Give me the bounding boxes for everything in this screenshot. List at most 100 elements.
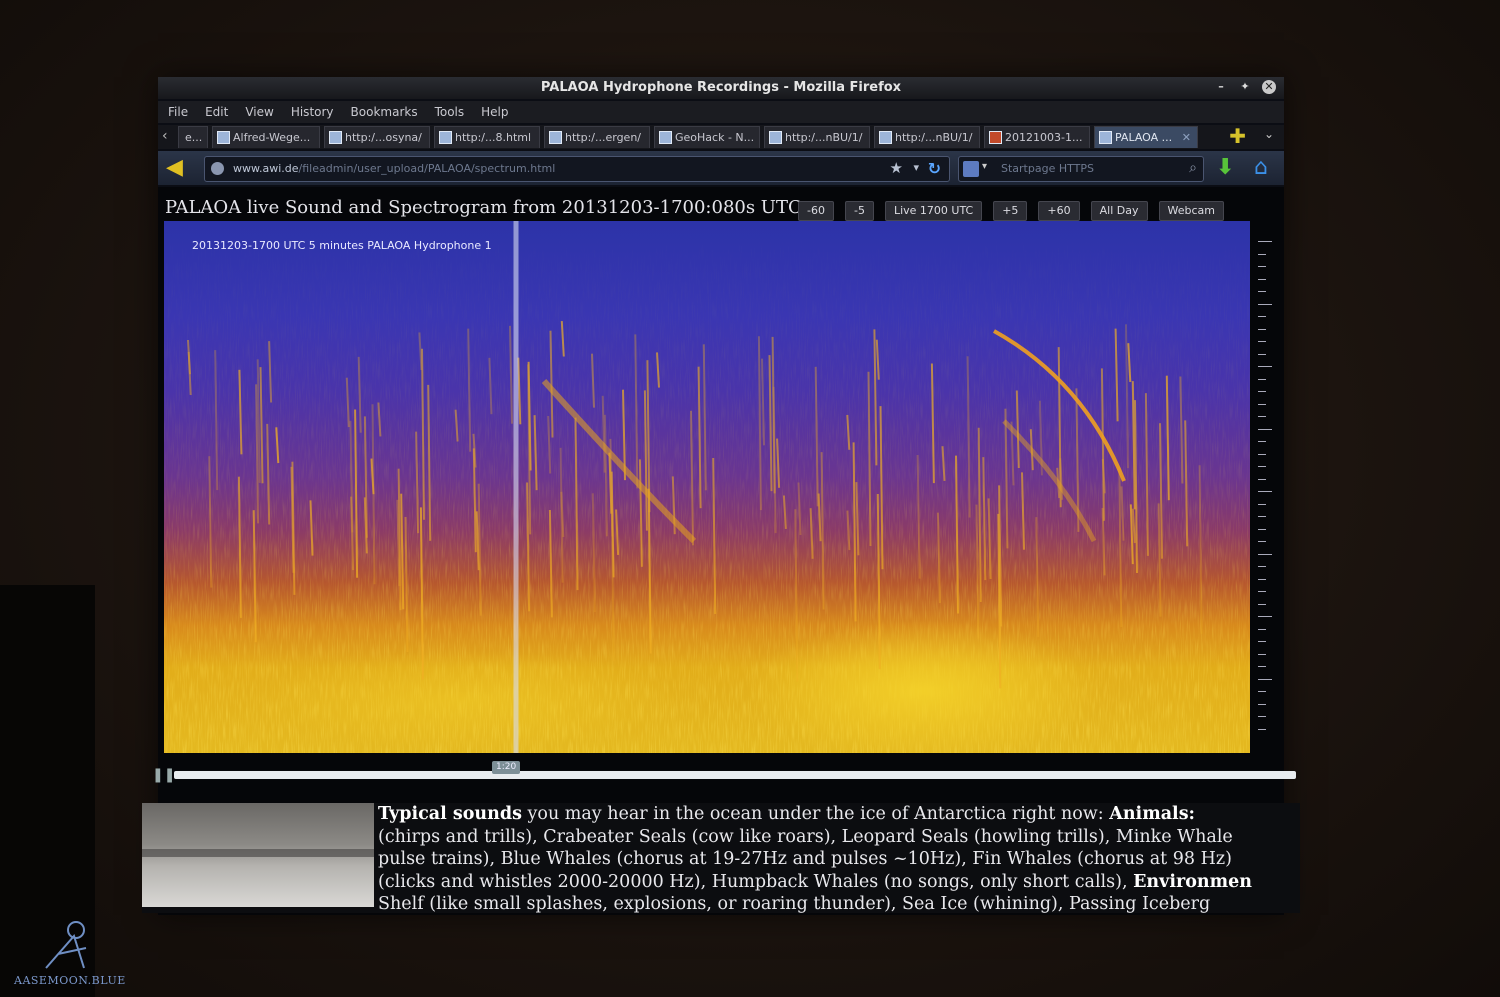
scale-tick bbox=[1258, 678, 1272, 680]
tab-label: http:/...nBU/1/ bbox=[895, 131, 973, 144]
menu-history[interactable]: History bbox=[291, 101, 334, 123]
tab-label: http:/...8.html bbox=[455, 131, 532, 144]
page-content: PALAOA live Sound and Spectrogram from 2… bbox=[142, 187, 1300, 915]
maximize-icon[interactable]: ✦ bbox=[1238, 80, 1252, 94]
minimize-icon[interactable]: – bbox=[1214, 80, 1228, 94]
tab-label: e... bbox=[185, 131, 203, 144]
close-icon[interactable]: ✕ bbox=[1262, 80, 1276, 94]
browser-window: PALAOA Hydrophone Recordings - Mozilla F… bbox=[142, 77, 1300, 915]
scale-tick bbox=[1258, 666, 1266, 667]
back-arrow-icon[interactable]: ◀ bbox=[166, 157, 192, 179]
window-title: PALAOA Hydrophone Recordings - Mozilla F… bbox=[540, 80, 902, 95]
tab-1[interactable]: e... bbox=[178, 126, 208, 148]
text-line-1: you may hear in the ocean under the ice … bbox=[521, 804, 1110, 824]
scale-tick bbox=[1258, 416, 1266, 417]
playback-bar: ❚❚ 1:20 bbox=[152, 761, 1296, 789]
scale-tick bbox=[1258, 441, 1266, 442]
scale-tick bbox=[1258, 591, 1266, 592]
navigation-toolbar: ◀ www.awi.de/fileadmin/user_upload/PALAO… bbox=[158, 151, 1284, 185]
reload-icon[interactable]: ↻ bbox=[928, 159, 941, 178]
scale-tick bbox=[1258, 691, 1266, 692]
scale-tick bbox=[1258, 478, 1266, 480]
watermark-logo-icon bbox=[45, 921, 87, 969]
search-bar[interactable]: ▾ Startpage HTTPS ⌕ bbox=[958, 156, 1204, 182]
scale-tick bbox=[1258, 241, 1272, 242]
image-icon bbox=[989, 131, 1002, 144]
tab-palaoa-active[interactable]: PALAOA ... ✕ bbox=[1094, 126, 1198, 148]
search-engine-dropdown-icon[interactable]: ▾ bbox=[982, 161, 987, 172]
scale-tick bbox=[1258, 366, 1272, 367]
scale-tick bbox=[1258, 453, 1266, 455]
tab-9[interactable]: 20121003-1... bbox=[984, 126, 1090, 148]
tab-4[interactable]: http:/...8.html bbox=[434, 126, 540, 148]
search-engine-icon[interactable] bbox=[963, 161, 979, 177]
typical-sounds-lead: Typical sounds bbox=[378, 804, 522, 824]
tab-list-chevron-icon[interactable]: ⌄ bbox=[1264, 127, 1274, 141]
text-line-4: (clicks and whistles 2000-20000 Hz), Hum… bbox=[378, 871, 1134, 892]
watermark-text: AASEMOON.BLUE bbox=[14, 974, 126, 987]
spectrogram[interactable]: 20131203-1700 UTC 5 minutes PALAOA Hydro… bbox=[164, 221, 1250, 753]
new-tab-icon[interactable]: ✚ bbox=[1229, 126, 1246, 146]
environment-label: Environmen bbox=[1133, 871, 1252, 892]
scale-tick bbox=[1258, 716, 1266, 717]
url-path: /fileadmin/user_upload/PALAOA/spectrum.h… bbox=[298, 162, 556, 175]
tab-3[interactable]: http:/...osyna/ bbox=[324, 126, 430, 148]
live-button[interactable]: Live 1700 UTC bbox=[884, 201, 983, 221]
all-day-button[interactable]: All Day bbox=[1090, 201, 1148, 221]
plus-5-button[interactable]: +5 bbox=[993, 201, 1028, 221]
menu-bookmarks[interactable]: Bookmarks bbox=[351, 101, 418, 123]
geohack-icon bbox=[659, 131, 672, 144]
menu-edit[interactable]: Edit bbox=[205, 101, 228, 123]
minus-5-button[interactable]: -5 bbox=[844, 201, 874, 221]
menu-file[interactable]: File bbox=[168, 101, 188, 123]
tab-7[interactable]: http:/...nBU/1/ bbox=[764, 126, 870, 148]
photo-horizon bbox=[142, 849, 374, 857]
scale-tick bbox=[1258, 303, 1272, 305]
site-identity-icon[interactable] bbox=[211, 162, 224, 175]
home-icon[interactable]: ⌂ bbox=[1254, 155, 1268, 180]
menu-bar: File Edit View History Bookmarks Tools H… bbox=[158, 101, 1284, 123]
tab-close-icon[interactable]: ✕ bbox=[1182, 127, 1191, 148]
scale-tick bbox=[1258, 528, 1266, 530]
tab-scroll-left-icon[interactable]: ‹ bbox=[162, 128, 168, 144]
text-line-3: pulse trains), Blue Whales (chorus at 19… bbox=[378, 849, 1232, 869]
menu-view[interactable]: View bbox=[245, 101, 273, 123]
scale-tick bbox=[1258, 566, 1266, 567]
url-history-dropdown-icon[interactable]: ▾ bbox=[913, 161, 919, 174]
tab-2[interactable]: Alfred-Wege... bbox=[212, 126, 320, 148]
page-icon bbox=[769, 131, 782, 144]
scale-tick bbox=[1258, 353, 1266, 355]
search-icon[interactable]: ⌕ bbox=[1189, 160, 1197, 176]
page-icon bbox=[879, 131, 892, 144]
scale-tick bbox=[1258, 278, 1266, 280]
seek-track[interactable]: 1:20 bbox=[174, 761, 1296, 779]
tab-5[interactable]: http:/...ergen/ bbox=[544, 126, 650, 148]
url-domain: www.awi.de bbox=[233, 162, 299, 175]
minus-60-button[interactable]: -60 bbox=[798, 201, 834, 221]
tab-label: http:/...nBU/1/ bbox=[785, 131, 863, 144]
tab-label: Alfred-Wege... bbox=[233, 131, 311, 144]
plus-60-button[interactable]: +60 bbox=[1038, 201, 1080, 221]
bookmark-star-icon[interactable]: ★ bbox=[890, 159, 903, 177]
scale-tick bbox=[1258, 378, 1266, 380]
scale-tick bbox=[1258, 328, 1266, 330]
menu-help[interactable]: Help bbox=[481, 101, 508, 123]
scale-tick bbox=[1258, 728, 1266, 730]
text-line-5: Shelf (like small splashes, explosions, … bbox=[378, 894, 1211, 913]
scale-tick bbox=[1258, 253, 1266, 255]
spectrogram-label: 20131203-1700 UTC 5 minutes PALAOA Hydro… bbox=[192, 239, 492, 252]
webcam-button[interactable]: Webcam bbox=[1158, 201, 1224, 221]
tab-label: 20121003-1... bbox=[1005, 131, 1083, 144]
menu-tools[interactable]: Tools bbox=[435, 101, 465, 123]
scale-tick bbox=[1258, 316, 1266, 317]
seek-thumb[interactable]: 1:20 bbox=[492, 761, 521, 774]
tab-6[interactable]: GeoHack - N... bbox=[654, 126, 760, 148]
scale-tick bbox=[1258, 603, 1266, 605]
download-arrow-icon[interactable]: ⬇ bbox=[1216, 155, 1234, 180]
scale-tick bbox=[1258, 653, 1266, 655]
pause-icon[interactable]: ❚❚ bbox=[152, 767, 175, 783]
spectrogram-texture bbox=[164, 221, 1250, 753]
url-text[interactable]: www.awi.de/fileadmin/user_upload/PALAOA/… bbox=[233, 157, 555, 181]
url-bar[interactable]: www.awi.de/fileadmin/user_upload/PALAOA/… bbox=[204, 156, 950, 182]
tab-8[interactable]: http:/...nBU/1/ bbox=[874, 126, 980, 148]
